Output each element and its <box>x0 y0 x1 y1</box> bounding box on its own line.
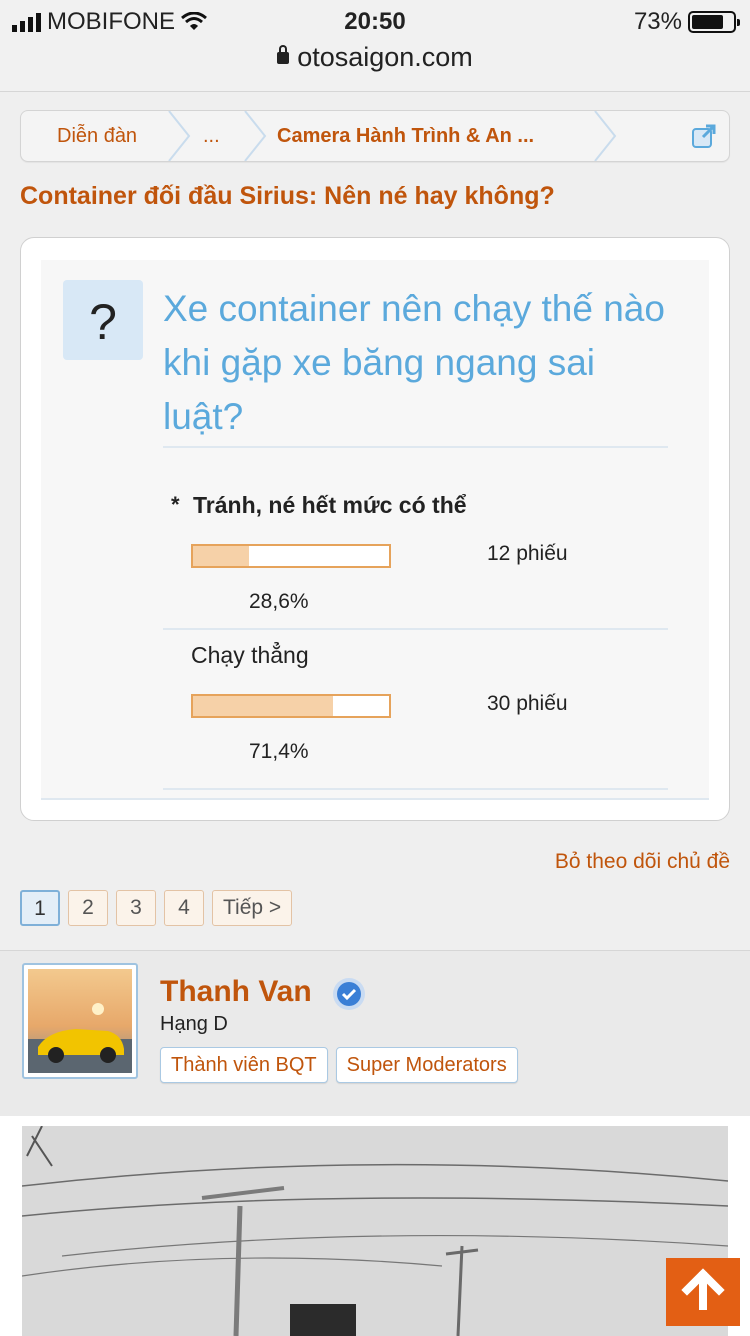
poll-option-percent: 71,4% <box>249 740 309 763</box>
poll-option-bar <box>191 694 391 718</box>
page-button-3[interactable]: 3 <box>116 890 156 926</box>
arrow-up-icon <box>681 1268 725 1310</box>
lock-icon <box>277 45 290 64</box>
voted-marker: * <box>171 492 180 517</box>
author-name[interactable]: Thanh Van <box>160 975 312 1009</box>
page-button-2[interactable]: 2 <box>68 890 108 926</box>
verified-badge-icon <box>333 978 365 1010</box>
badge-admin-member[interactable]: Thành viên BQT <box>160 1047 328 1083</box>
chevron-right-icon <box>244 111 267 161</box>
avatar[interactable] <box>22 963 138 1079</box>
poll-question: Xe container nên chạy thế nào khi gặp xe… <box>163 288 665 437</box>
url-text: otosaigon.com <box>297 42 473 72</box>
chevron-right-icon <box>168 111 191 161</box>
post-body <box>0 1116 750 1336</box>
breadcrumb-item-category[interactable]: Camera Hành Trình & An ... <box>277 111 534 161</box>
poll-option-bar <box>191 544 391 568</box>
author-badges: Thành viên BQT Super Moderators <box>160 1047 518 1083</box>
divider <box>163 788 668 790</box>
page-button-1[interactable]: 1 <box>20 890 60 926</box>
next-page-button[interactable]: Tiếp > <box>212 890 293 926</box>
battery-percent: 73% <box>633 8 682 35</box>
chevron-right-icon <box>594 111 617 161</box>
post-author-panel: Thanh Van Hạng D Thành viên BQT Super Mo… <box>0 950 750 1116</box>
author-rank: Hạng D <box>160 1013 228 1035</box>
breadcrumb-item-forum[interactable]: Diễn đàn <box>57 111 137 161</box>
poll-option-label: Chạy thẳng <box>191 642 309 668</box>
unfollow-thread-link[interactable]: Bỏ theo dõi chủ đề <box>555 850 730 874</box>
poll-body: ? Xe container nên chạy thế nào khi gặp … <box>41 260 709 800</box>
badge-super-moderators[interactable]: Super Moderators <box>335 1047 518 1083</box>
page-button-4[interactable]: 4 <box>164 890 204 926</box>
thread-title: Container đối đầu Sirius: Nên né hay khô… <box>20 182 555 210</box>
divider <box>163 628 668 630</box>
breadcrumb: Diễn đàn ... Camera Hành Trình & An ... <box>20 110 730 162</box>
poll-card: ? Xe container nên chạy thế nào khi gặp … <box>20 237 730 821</box>
browser-chrome: MOBIFONE 20:50 73% otosaigon.com <box>0 0 750 92</box>
external-link-icon[interactable] <box>691 123 717 149</box>
battery-icon <box>688 11 740 33</box>
question-mark-icon: ? <box>63 280 143 360</box>
divider <box>163 446 668 448</box>
poll-option-votes: 12 phiếu <box>487 542 568 565</box>
poll-option-percent: 28,6% <box>249 590 309 613</box>
post-image[interactable] <box>22 1126 728 1336</box>
breadcrumb-item-ellipsis[interactable]: ... <box>203 111 220 161</box>
status-bar: MOBIFONE 20:50 73% <box>0 6 750 36</box>
address-bar[interactable]: otosaigon.com <box>0 42 750 73</box>
pagination: 1 2 3 4 Tiếp > <box>20 890 293 926</box>
poll-option-label: Tránh, né hết mức có thể <box>193 492 467 518</box>
scroll-to-top-button[interactable] <box>666 1258 740 1326</box>
poll-option-votes: 30 phiếu <box>487 692 568 715</box>
poll-option-bar-fill <box>193 696 333 716</box>
poll-option-bar-fill <box>193 546 250 566</box>
